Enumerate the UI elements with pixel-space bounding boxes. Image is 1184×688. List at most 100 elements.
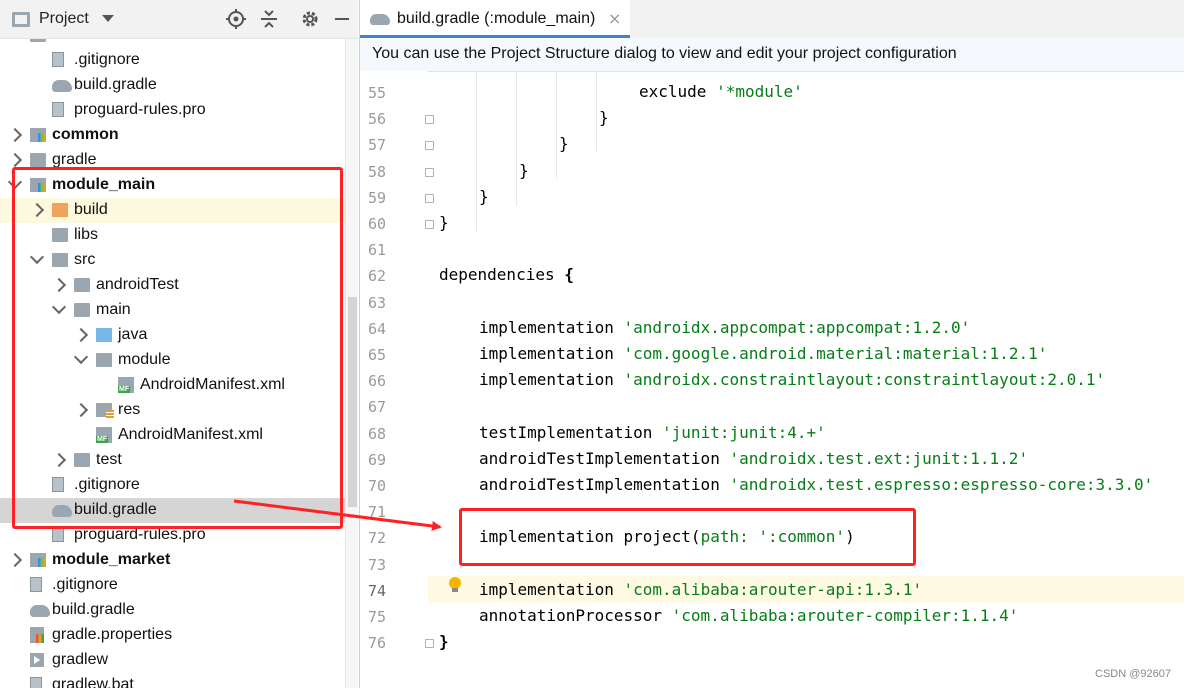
code-token: implementation: [479, 370, 624, 390]
code-line: }: [519, 161, 529, 187]
fold-marker-icon[interactable]: [425, 115, 434, 125]
line-number: 60: [367, 215, 386, 233]
line-number: 68: [367, 424, 386, 443]
line-number: 64: [367, 319, 386, 338]
line-number: 55: [367, 84, 386, 102]
line-number-gutter: 55 56 57 58 59 60 61 62 63 64 65 66 67 68 69 70 71 72 73 74…: [360, 71, 434, 688]
code-line: implementation 'androidx.appcompat:appco…: [479, 318, 970, 344]
code-token: 'com.google.android.material:material:1.…: [623, 344, 1048, 363]
lightbulb-icon[interactable]: [448, 576, 462, 592]
code-line: }: [439, 213, 449, 239]
chevron-right-icon[interactable]: [7, 127, 23, 143]
chevron-right-icon[interactable]: [7, 552, 23, 568]
code-line: testImplementation 'junit:junit:4.+': [479, 423, 826, 449]
project-structure-notice: You can use the Project Structure dialog…: [360, 38, 1184, 72]
line-number: 59: [367, 188, 386, 207]
tree-item[interactable]: .gitignore: [0, 573, 345, 598]
tab-label: build.gradle (:module_main): [397, 10, 596, 27]
code-editor: build.gradle (:module_main) × You can us…: [359, 0, 1184, 688]
gear-icon[interactable]: [300, 9, 320, 29]
indent-guide: [556, 71, 557, 179]
tree-item[interactable]: gradlew.bat: [0, 673, 345, 688]
fold-marker-icon[interactable]: [425, 639, 434, 649]
indent-guide: [516, 71, 517, 206]
close-icon[interactable]: ×: [608, 9, 621, 28]
code-token: }: [439, 632, 449, 652]
code-line: implementation 'com.alibaba:arouter-api:…: [479, 580, 922, 606]
tree-item-label: gradle.properties: [52, 626, 173, 643]
tree-item[interactable]: module_market: [0, 548, 345, 573]
tree-item[interactable]: proguard-rules.pro: [0, 98, 345, 123]
code-token: 'androidx.test.ext:junit:1.1.2': [729, 448, 1029, 468]
line-number: 65: [367, 346, 386, 364]
tree-item-label: module_market: [52, 551, 171, 568]
code-token: 'com.alibaba:arouter-compiler:1.1.4': [671, 606, 1019, 625]
file-icon: [30, 577, 42, 592]
fold-marker-icon[interactable]: [425, 167, 434, 177]
tab-build-gradle-module-main[interactable]: build.gradle (:module_main) ×: [360, 0, 630, 38]
line-number: 57: [367, 136, 386, 155]
code-token: androidTestImplementation: [479, 448, 730, 468]
tree-scrollbar-thumb[interactable]: [348, 297, 357, 507]
code-token: }: [559, 134, 569, 154]
code-token: 'androidx.appcompat:appcompat:1.2.0': [623, 317, 971, 337]
line-number: 66: [367, 372, 386, 391]
code-token: {: [564, 265, 574, 285]
code-token: testImplementation: [479, 422, 663, 442]
code-line: }: [479, 187, 489, 213]
tree-item-label: common: [52, 126, 119, 143]
collapse-all-icon[interactable]: [259, 9, 279, 29]
tree-item-label: .gitignore: [74, 51, 140, 68]
code-line: dependencies {: [439, 265, 574, 291]
fold-marker-icon[interactable]: [425, 193, 434, 203]
fold-marker-icon[interactable]: [425, 220, 434, 229]
minimize-icon[interactable]: [332, 9, 352, 29]
tree-item[interactable]: gradlew: [0, 648, 345, 673]
code-token: implementation: [479, 579, 624, 599]
code-line: implementation 'com.google.android.mater…: [479, 344, 1047, 370]
line-number: 70: [367, 477, 386, 495]
tree-item[interactable]: build.gradle: [0, 598, 345, 623]
fold-marker-icon[interactable]: [425, 141, 434, 151]
code-token: implementation: [479, 344, 624, 363]
project-view-selector[interactable]: Project: [39, 10, 89, 28]
indent-guide: [596, 71, 597, 151]
tree-item[interactable]: gradle.properties: [0, 623, 345, 648]
line-number: 61: [367, 241, 386, 260]
editor-tab-bar: build.gradle (:module_main) ×: [360, 0, 1184, 39]
exec-icon: [30, 653, 44, 667]
folder-icon: [30, 153, 46, 167]
code-token: androidTestImplementation: [479, 475, 730, 494]
tree-item-label: gradlew.bat: [52, 676, 134, 688]
tree-item[interactable]: common: [0, 123, 345, 148]
tree-item-label: proguard-rules.pro: [74, 101, 206, 118]
code-token: }: [599, 108, 609, 128]
code-line: annotationProcessor 'com.alibaba:arouter…: [479, 606, 1018, 632]
code-token: 'androidx.constraintlayout:constraintlay…: [623, 370, 1106, 390]
file-icon: [52, 527, 64, 542]
chevron-right-icon[interactable]: [7, 152, 23, 168]
line-number: 75: [367, 608, 386, 626]
line-number: 71: [367, 503, 386, 522]
line-number: 63: [367, 293, 386, 312]
line-number: 73: [367, 555, 386, 574]
chevron-down-icon[interactable]: [102, 15, 114, 22]
code-token: 'junit:junit:4.+': [662, 422, 826, 442]
file-icon: [52, 102, 64, 117]
tree-item-label: build.gradle: [74, 76, 157, 93]
code-token: 'androidx.test.espresso:espresso-core:3.…: [729, 475, 1154, 494]
tree-scrollbar[interactable]: [345, 0, 358, 688]
code-token: annotationProcessor: [479, 606, 672, 625]
tree-item-label: .gitignore: [52, 576, 118, 593]
gradle-icon: [30, 605, 50, 617]
line-number: 56: [367, 110, 386, 129]
tree-item[interactable]: .gitignore: [0, 48, 345, 73]
line-number: 58: [367, 162, 386, 181]
annotation-box-module-main: [12, 167, 343, 529]
tree-item[interactable]: build.gradle: [0, 73, 345, 98]
line-number: 62: [367, 267, 386, 286]
locate-icon[interactable]: [226, 9, 246, 29]
code-line: }: [599, 108, 609, 134]
code-token: exclude: [639, 82, 717, 101]
tree-item-label: gradlew: [52, 651, 109, 668]
